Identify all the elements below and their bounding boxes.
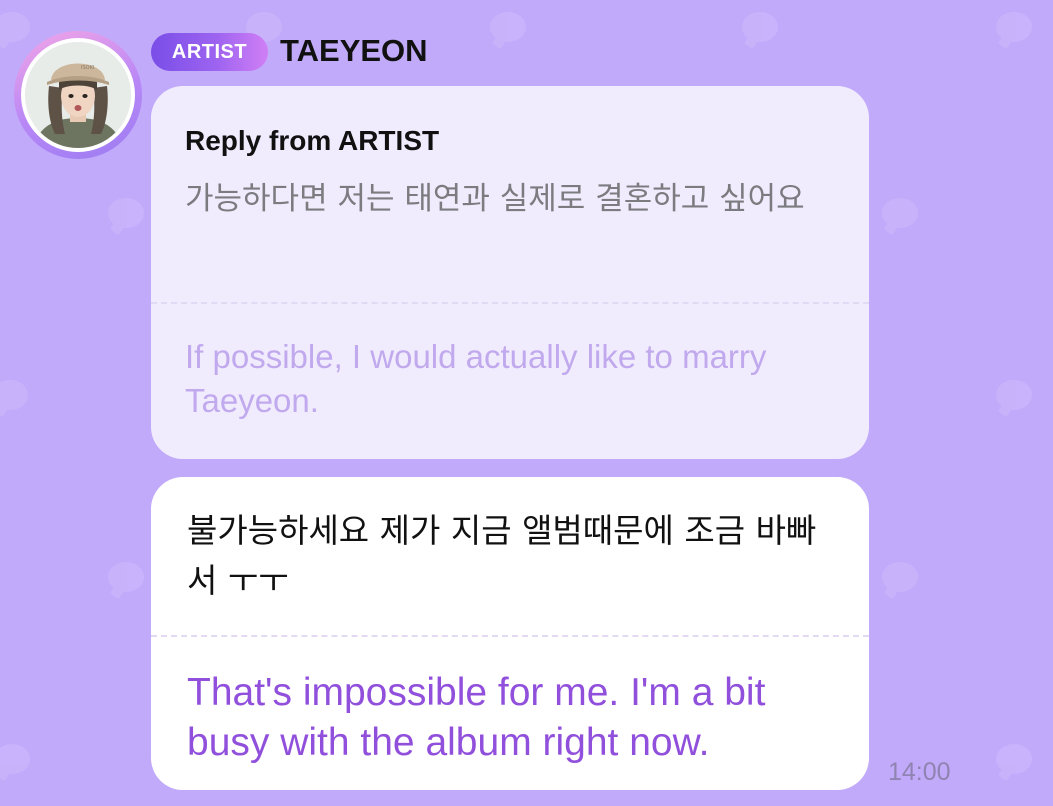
quoted-translation-text: If possible, I would actually like to ma… — [185, 338, 767, 419]
reply-original-text: 불가능하세요 제가 지금 앨범때문에 조금 바빠서 ㅜㅜ — [187, 511, 817, 600]
reply-divider — [151, 635, 869, 637]
message-timestamp: 14:00 — [888, 758, 951, 786]
quoted-original-text: 가능하다면 저는 태연과 실제로 결혼하고 싶어요 — [185, 181, 805, 217]
avatar-frame: ISOKI — [21, 38, 135, 152]
sender-name[interactable]: TAEYEON — [280, 30, 428, 72]
profile-photo-icon: ISOKI — [25, 42, 131, 148]
avatar-ring[interactable]: ISOKI — [14, 31, 142, 159]
reply-header: Reply from ARTIST — [185, 125, 440, 156]
artist-badge: ARTIST — [151, 33, 268, 71]
reply-message-bubble[interactable]: 불가능하세요 제가 지금 앨범때문에 조금 바빠서 ㅜㅜ That's impo… — [151, 477, 869, 790]
reply-translation-text: That's impossible for me. I'm a bit busy… — [187, 671, 766, 764]
quoted-message-bubble[interactable]: Reply from ARTIST 가능하다면 저는 태연과 실제로 결혼하고 … — [151, 86, 869, 459]
avatar[interactable]: ISOKI — [25, 42, 131, 148]
quoted-divider — [151, 302, 869, 304]
svg-text:ISOKI: ISOKI — [81, 65, 94, 71]
